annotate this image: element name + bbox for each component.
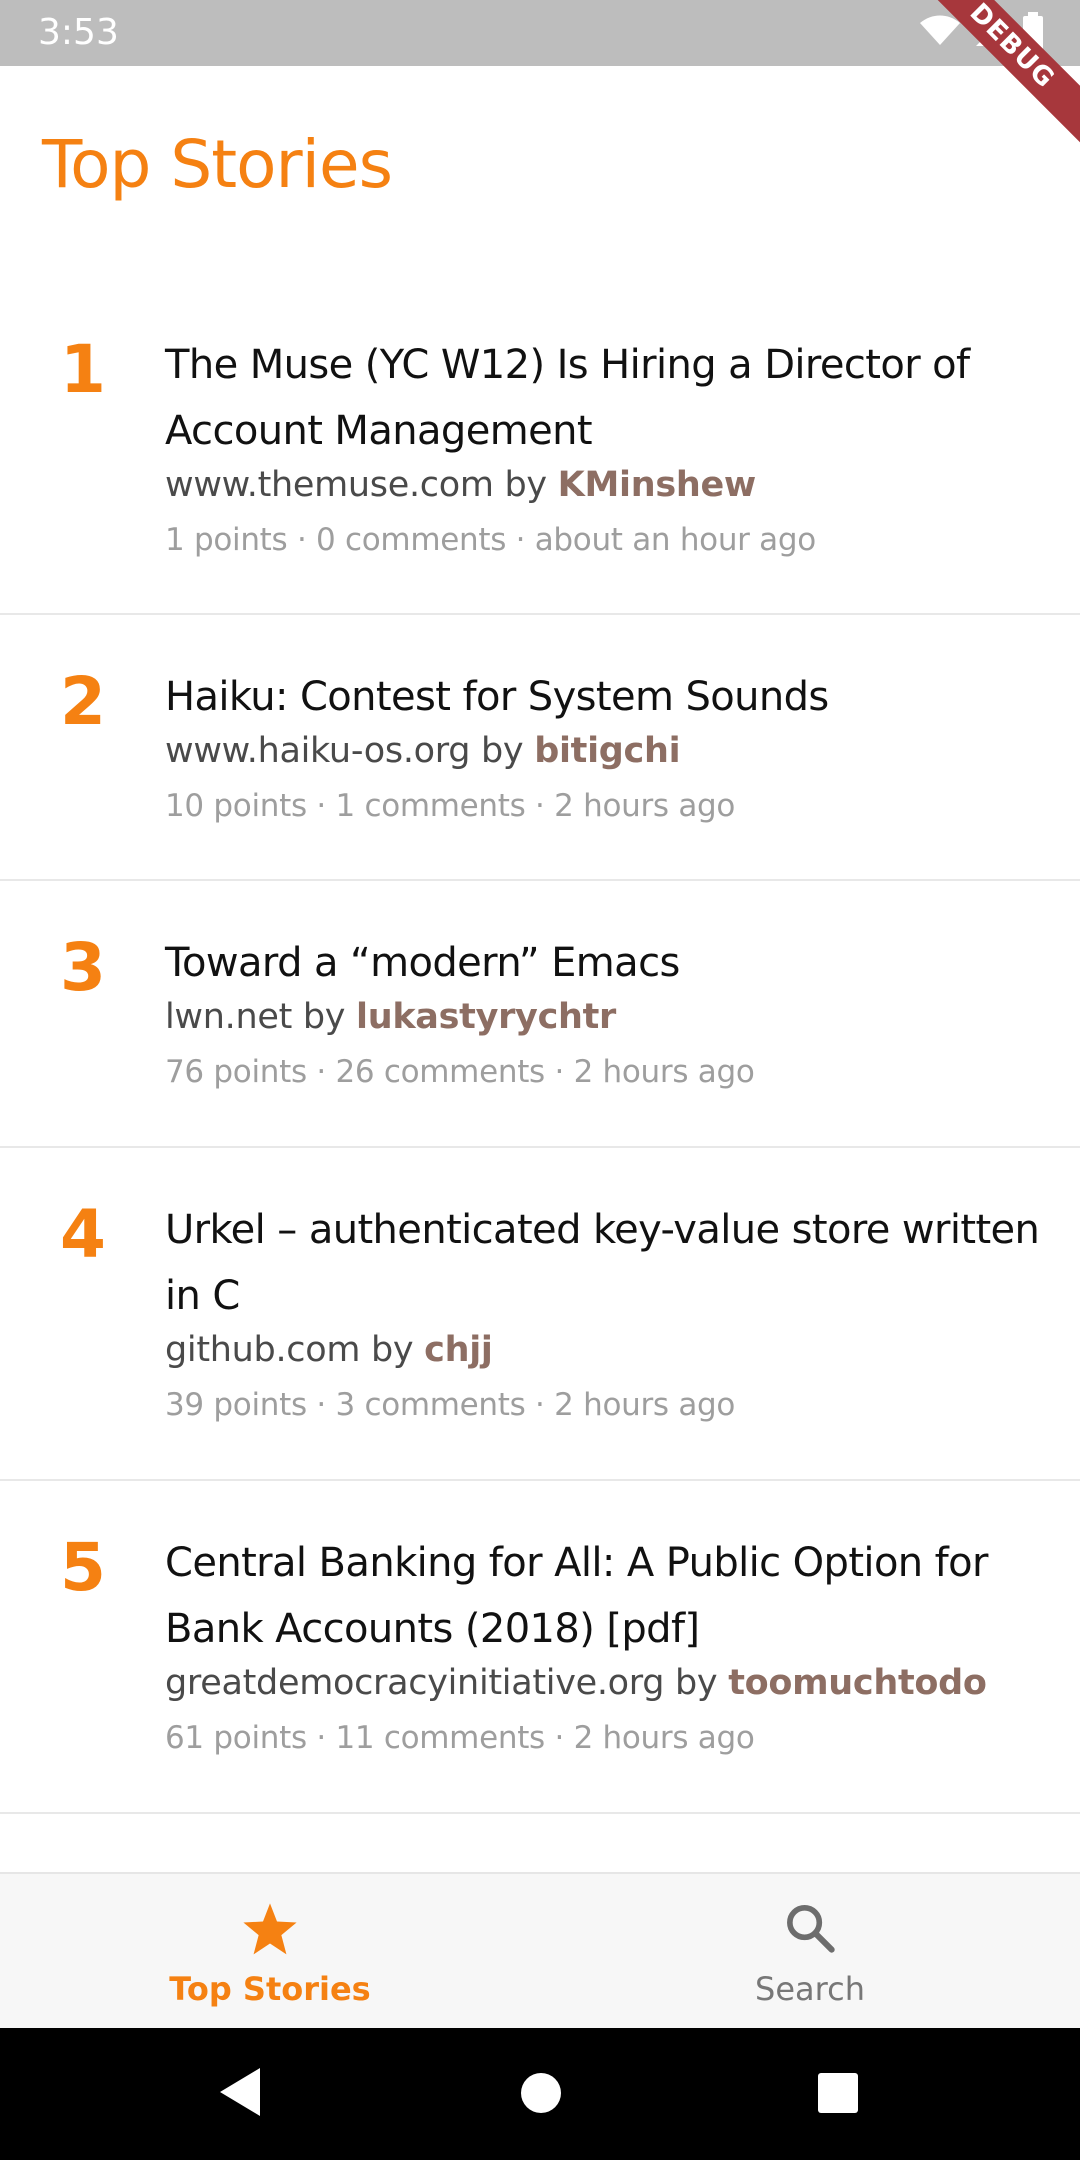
story-rank: 3 — [60, 929, 106, 1006]
story-stats: 39 points · 3 comments · 2 hours ago — [165, 1387, 736, 1423]
story-rank: 4 — [60, 1196, 106, 1273]
story-body: Toward a “modern” Emacs lwn.net by lukas… — [165, 930, 1050, 1096]
tab-search[interactable]: Search — [540, 1874, 1080, 2028]
story-body: Haiku: Contest for System Sounds www.hai… — [165, 664, 1050, 830]
story-by: by — [370, 1330, 414, 1370]
story-meta: www.themuse.com by KMinshew — [165, 460, 1050, 510]
story-rank: 2 — [60, 663, 106, 740]
story-item[interactable]: 2 Haiku: Contest for System Sounds www.h… — [0, 615, 1080, 881]
page-title: Top Stories — [42, 126, 393, 203]
status-time: 3:53 — [38, 12, 119, 53]
story-stats: 61 points · 11 comments · 2 hours ago — [165, 1720, 755, 1756]
tab-label: Search — [755, 1970, 865, 2008]
story-item[interactable]: 5 Central Banking for All: A Public Opti… — [0, 1481, 1080, 1814]
wifi-icon — [920, 15, 960, 51]
story-by: by — [302, 997, 346, 1037]
story-title[interactable]: Toward a “modern” Emacs — [165, 930, 1050, 996]
tab-top-stories[interactable]: Top Stories — [0, 1874, 540, 2028]
home-icon[interactable] — [520, 2072, 562, 2118]
story-domain[interactable]: lwn.net — [165, 997, 292, 1037]
story-domain[interactable]: greatdemocracyinitiative.org — [165, 1663, 664, 1703]
tab-label: Top Stories — [169, 1970, 371, 2008]
recents-icon[interactable] — [817, 2072, 859, 2118]
story-stats: 1 points · 0 comments · about an hour ag… — [165, 522, 816, 558]
story-item[interactable]: 3 Toward a “modern” Emacs lwn.net by luk… — [0, 881, 1080, 1148]
story-author[interactable]: bitigchi — [534, 731, 680, 771]
story-meta: lwn.net by lukastyrychtr — [165, 992, 1050, 1042]
story-list: 1 The Muse (YC W12) Is Hiring a Director… — [0, 300, 1080, 1814]
story-item[interactable]: 1 The Muse (YC W12) Is Hiring a Director… — [0, 300, 1080, 615]
search-icon — [784, 1902, 836, 1958]
story-title[interactable]: Central Banking for All: A Public Option… — [165, 1530, 1050, 1662]
story-by: by — [481, 731, 524, 771]
story-by: by — [675, 1663, 718, 1703]
story-rank: 1 — [60, 331, 106, 408]
bottom-nav: Top Stories Search — [0, 1872, 1080, 2028]
story-meta: www.haiku-os.org by bitigchi — [165, 726, 1050, 776]
system-nav-bar — [0, 2028, 1080, 2160]
story-author[interactable]: lukastyrychtr — [356, 997, 616, 1037]
story-author[interactable]: KMinshew — [558, 465, 757, 505]
story-body: Central Banking for All: A Public Option… — [165, 1530, 1050, 1762]
back-icon[interactable] — [218, 2066, 264, 2122]
story-body: Urkel – authenticated key-value store wr… — [165, 1197, 1050, 1429]
story-stats: 76 points · 26 comments · 2 hours ago — [165, 1054, 755, 1090]
story-author[interactable]: toomuchtodo — [728, 1663, 987, 1703]
star-icon — [241, 1902, 299, 1962]
story-item[interactable]: 4 Urkel – authenticated key-value store … — [0, 1148, 1080, 1481]
story-stats: 10 points · 1 comments · 2 hours ago — [165, 788, 736, 824]
story-by: by — [504, 465, 547, 505]
story-title[interactable]: Urkel – authenticated key-value store wr… — [165, 1197, 1050, 1329]
story-meta: github.com by chjj — [165, 1325, 1050, 1375]
story-body: The Muse (YC W12) Is Hiring a Director o… — [165, 332, 1050, 564]
story-domain[interactable]: www.themuse.com — [165, 465, 494, 505]
story-title[interactable]: Haiku: Contest for System Sounds — [165, 664, 1050, 730]
story-title[interactable]: The Muse (YC W12) Is Hiring a Director o… — [165, 332, 1050, 464]
story-author[interactable]: chjj — [424, 1330, 493, 1370]
story-domain[interactable]: github.com — [165, 1330, 360, 1370]
story-meta: greatdemocracyinitiative.org by toomucht… — [165, 1658, 1050, 1708]
story-domain[interactable]: www.haiku-os.org — [165, 731, 470, 771]
status-bar: 3:53 DEBUG — [0, 0, 1080, 153]
story-rank: 5 — [60, 1529, 106, 1606]
